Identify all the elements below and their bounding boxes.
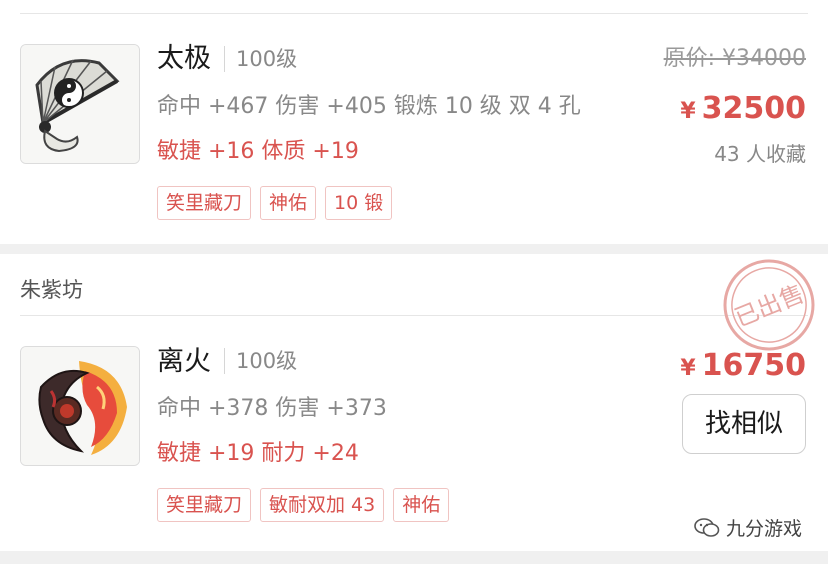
currency-symbol: ¥ — [680, 99, 696, 124]
item-stats: 命中 +467 伤害 +405 锻炼 10 级 双 4 孔 — [157, 94, 581, 119]
fire-blade-icon — [21, 347, 139, 465]
watermark: 九分游戏 — [694, 514, 802, 541]
item-stats: 命中 +378 伤害 +373 — [157, 396, 387, 421]
item-tags: 笑里藏刀 敏耐双加 43 神佑 — [157, 488, 450, 522]
item-thumbnail[interactable] — [20, 346, 140, 466]
find-similar-button[interactable]: 找相似 — [682, 394, 806, 454]
bottom-gap — [0, 551, 828, 564]
price: ¥32500 — [680, 94, 806, 124]
tag: 神佑 — [393, 488, 450, 522]
item-tags: 笑里藏刀 神佑 10 锻 — [157, 186, 393, 220]
tag: 敏耐双加 43 — [260, 488, 385, 522]
sold-stamp-text: 已出售 — [731, 279, 808, 332]
tag: 神佑 — [260, 186, 317, 220]
watermark-text: 九分游戏 — [725, 518, 802, 540]
section-gap — [0, 244, 828, 254]
item-name: 离火 — [157, 346, 211, 377]
shop-divider — [20, 315, 808, 316]
item-name: 太极 — [157, 43, 211, 74]
tag: 笑里藏刀 — [157, 488, 252, 522]
item-thumbnail[interactable] — [20, 44, 140, 164]
price-value: 32500 — [701, 91, 806, 126]
shop-name[interactable]: 朱紫坊 — [20, 274, 83, 304]
tag: 笑里藏刀 — [157, 186, 252, 220]
top-divider — [20, 13, 808, 14]
favorites-count: 43 人收藏 — [714, 142, 806, 166]
item-level: 100级 — [236, 349, 298, 373]
original-price: 原价: ¥34000 — [663, 46, 806, 71]
item-bonus: 敏捷 +19 耐力 +24 — [157, 441, 359, 466]
name-level-separator — [224, 46, 225, 72]
name-level-separator — [224, 348, 225, 374]
item-level: 100级 — [236, 47, 298, 71]
item-bonus: 敏捷 +16 体质 +19 — [157, 139, 359, 164]
wechat-icon — [694, 517, 720, 537]
fan-weapon-icon — [21, 45, 139, 163]
tag: 10 锻 — [325, 186, 393, 220]
currency-symbol: ¥ — [680, 356, 696, 381]
